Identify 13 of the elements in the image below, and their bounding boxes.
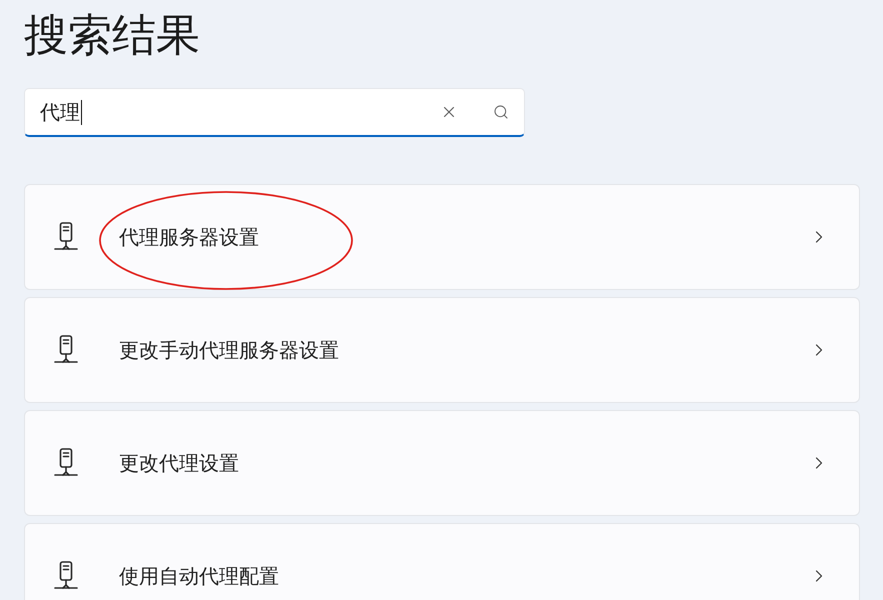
result-item[interactable]: 代理服务器设置 — [24, 184, 860, 290]
server-network-icon — [54, 561, 78, 591]
text-cursor-icon — [81, 100, 82, 124]
server-network-icon — [54, 222, 78, 252]
server-network-icon — [54, 335, 78, 365]
server-network-icon — [54, 448, 78, 478]
search-button[interactable] — [492, 103, 510, 121]
page-title: 搜索结果 — [24, 9, 200, 63]
result-item[interactable]: 使用自动代理配置 — [24, 523, 860, 600]
result-item[interactable]: 更改手动代理服务器设置 — [24, 297, 860, 403]
search-field[interactable]: 代理 — [24, 88, 525, 137]
search-icon — [493, 104, 509, 120]
result-item[interactable]: 更改代理设置 — [24, 410, 860, 516]
